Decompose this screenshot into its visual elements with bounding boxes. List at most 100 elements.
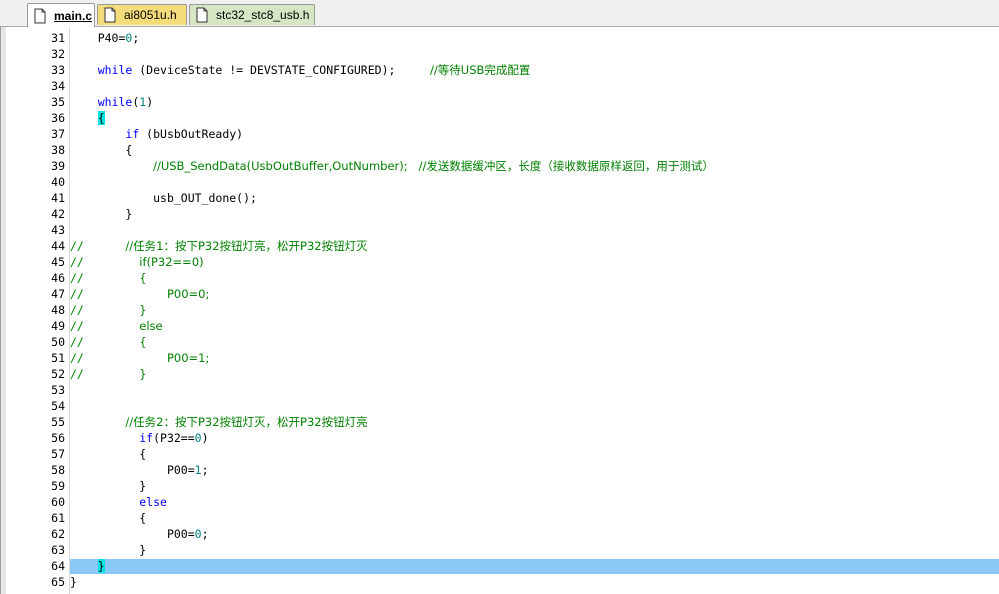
code-line[interactable]: 52 // } [1, 366, 999, 382]
comment-prefix: // [70, 303, 84, 317]
code-token: } [70, 575, 77, 589]
comment-prefix: // [70, 319, 84, 333]
code-line[interactable]: 36 { [1, 110, 999, 126]
line-number: 45 [51, 255, 65, 269]
code-text: // else [70, 318, 163, 334]
code-token: } [139, 479, 147, 493]
code-token: ) [146, 95, 154, 109]
code-token: } [139, 543, 147, 557]
line-number: 43 [51, 223, 65, 237]
code-token: } [125, 207, 133, 221]
code-line[interactable]: 44 // //任务1：按下P32按钮灯亮，松开P32按钮灯灭 [1, 238, 999, 254]
tab-main-c[interactable]: main.c [27, 3, 95, 27]
code-text: { [70, 142, 132, 158]
code-text: while(1) [70, 94, 153, 110]
code-line[interactable]: 38 { [1, 142, 999, 158]
code-token: usb_OUT_done(); [153, 191, 257, 205]
line-number: 63 [51, 543, 65, 557]
code-text: { [70, 510, 146, 526]
tab-stc32-stc8-usb-h[interactable]: stc32_stc8_usb.h [189, 4, 315, 25]
code-text: { [70, 446, 146, 462]
code-line[interactable]: 55 //任务2：按下P32按钮灯灭，松开P32按钮灯亮 [1, 414, 999, 430]
code-line[interactable]: 35 while(1) [1, 94, 999, 110]
code-text: // { [70, 270, 147, 286]
editor-tab-bar: main.c ai8051u.h stc32_stc8_usb.h [0, 0, 999, 27]
code-text: // //任务1：按下P32按钮灯亮，松开P32按钮灯灭 [70, 238, 368, 254]
comment-prefix: // [70, 255, 84, 269]
keyword-token: else [139, 495, 167, 509]
code-text: // P00=0; [70, 286, 209, 302]
code-line[interactable]: 59 } [1, 478, 999, 494]
comment-prefix: // [70, 287, 84, 301]
tab-ai8051u-h[interactable]: ai8051u.h [97, 4, 187, 25]
code-token: ; [201, 463, 209, 477]
code-line[interactable]: 34 [1, 78, 999, 94]
code-line[interactable]: 63 } [1, 542, 999, 558]
code-text: } [70, 542, 146, 558]
code-line[interactable]: 37 if (bUsbOutReady) [1, 126, 999, 142]
code-line[interactable]: 33 while (DeviceState != DEVSTATE_CONFIG… [1, 62, 999, 78]
comment-token: //任务1：按下P32按钮灯亮，松开P32按钮灯灭 [125, 239, 368, 253]
line-number: 60 [51, 495, 65, 509]
code-text: else [70, 494, 167, 510]
code-token: ; [201, 527, 209, 541]
code-line[interactable]: 45 // if(P32==0) [1, 254, 999, 270]
code-line[interactable]: 32 [1, 46, 999, 62]
code-line[interactable]: 50 // { [1, 334, 999, 350]
comment-token: //USB_SendData(UsbOutBuffer,OutNumber); … [153, 159, 714, 173]
code-token: P00= [166, 463, 195, 477]
code-line[interactable]: 62 P00=0; [1, 526, 999, 542]
code-line[interactable]: 49 // else [1, 318, 999, 334]
line-number: 48 [51, 303, 65, 317]
code-line[interactable]: 54 [1, 398, 999, 414]
code-line[interactable]: 47 // P00=0; [1, 286, 999, 302]
code-text: // } [70, 366, 147, 382]
code-token: ) [201, 431, 209, 445]
code-line[interactable]: 65} [1, 574, 999, 590]
comment-token: //等待USB完成配置 [430, 63, 531, 77]
code-line[interactable]: 40 [1, 174, 999, 190]
code-token: { [139, 511, 147, 525]
code-token: { [125, 143, 133, 157]
line-number: 37 [51, 127, 65, 141]
line-number: 38 [51, 143, 65, 157]
code-text: P00=1; [70, 462, 209, 478]
code-line[interactable]: 58 P00=1; [1, 462, 999, 478]
code-line[interactable]: 57 { [1, 446, 999, 462]
current-line[interactable]: 64 } [1, 558, 999, 574]
code-line[interactable]: 39 //USB_SendData(UsbOutBuffer,OutNumber… [1, 158, 999, 174]
file-icon [196, 7, 208, 23]
code-line[interactable]: 60 else [1, 494, 999, 510]
code-line[interactable]: 56 if(P32==0) [1, 430, 999, 446]
code-line[interactable]: 42 } [1, 206, 999, 222]
code-line[interactable]: 41 usb_OUT_done(); [1, 190, 999, 206]
code-line[interactable]: 31 P40=0; [1, 30, 999, 46]
code-line[interactable]: 48 // } [1, 302, 999, 318]
code-line[interactable]: 61 { [1, 510, 999, 526]
code-text: } [70, 206, 132, 222]
comment-token: } [139, 367, 147, 381]
code-token: (DeviceState != DEVSTATE_CONFIGURED); [132, 63, 431, 77]
line-number: 65 [51, 575, 65, 589]
line-number: 35 [51, 95, 65, 109]
comment-prefix: // [70, 367, 84, 381]
code-line[interactable]: 51 // P00=1; [1, 350, 999, 366]
code-editor[interactable]: 31 P40=0; 32 33 while (DeviceState != DEVS… [0, 27, 999, 594]
code-token: (bUsbOutReady) [139, 127, 244, 141]
line-number: 40 [51, 175, 65, 189]
line-number: 50 [51, 335, 65, 349]
code-line[interactable]: 46 // { [1, 270, 999, 286]
comment-token: } [139, 303, 147, 317]
number-token: 0 [194, 527, 202, 541]
line-number: 44 [51, 239, 65, 253]
code-line[interactable]: 53 [1, 382, 999, 398]
code-token: { [139, 447, 147, 461]
code-text: } [70, 478, 146, 494]
code-line[interactable]: 43 [1, 222, 999, 238]
line-number: 49 [51, 319, 65, 333]
keyword-token: while [97, 63, 133, 77]
keyword-token: while [97, 95, 133, 109]
matched-brace: { [97, 111, 105, 125]
code-text: while (DeviceState != DEVSTATE_CONFIGURE… [70, 62, 531, 78]
code-token: ; [132, 31, 140, 45]
